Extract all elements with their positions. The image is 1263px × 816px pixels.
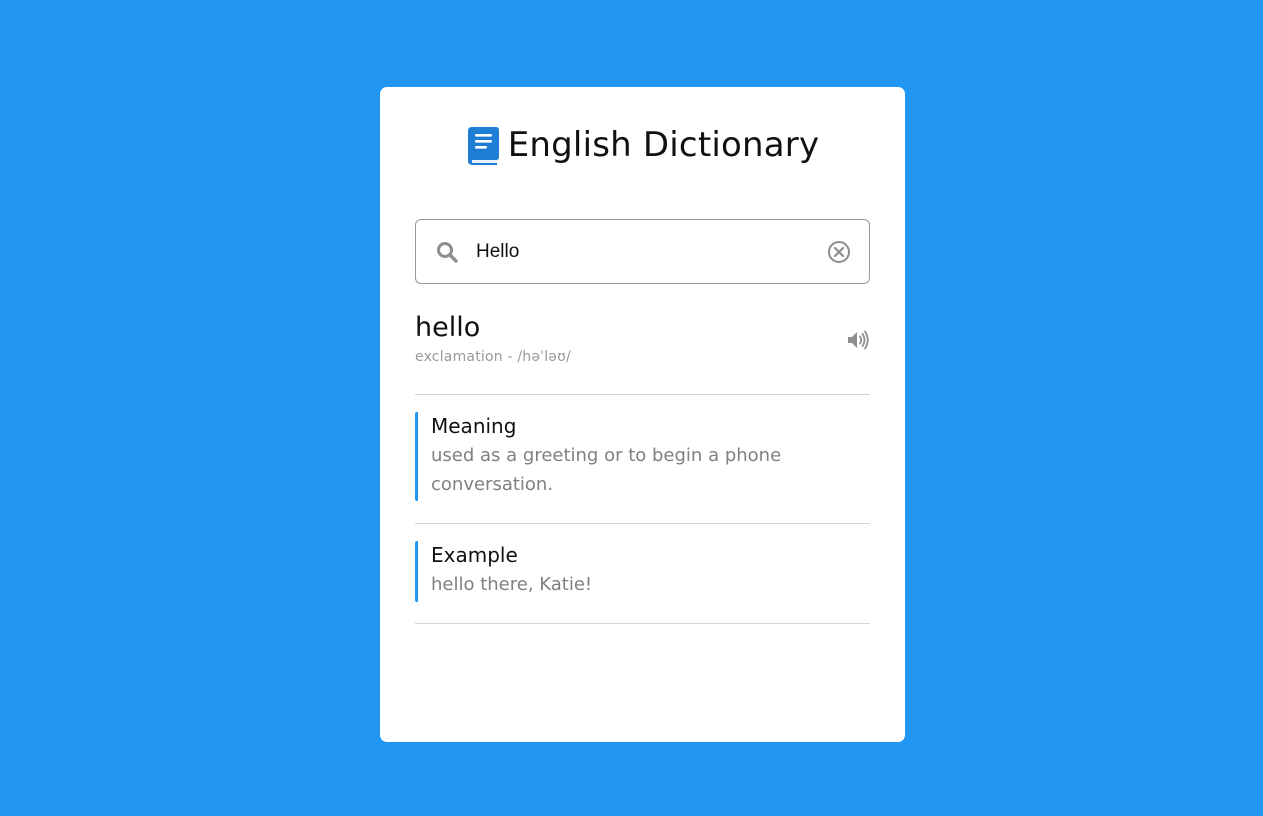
phonetics: exclamation - /həˈləʊ/: [415, 349, 571, 365]
divider: [415, 623, 870, 624]
divider: [415, 394, 870, 395]
meaning-section: Meaning used as a greeting or to begin a…: [415, 412, 870, 501]
example-label: Example: [431, 543, 518, 567]
example-section: Example hello there, Katie!: [415, 541, 870, 602]
speaker-icon[interactable]: [846, 329, 870, 351]
example-text: hello there, Katie!: [431, 574, 593, 595]
word-details: hello exclamation - /həˈləʊ/: [415, 311, 870, 365]
meaning-label: Meaning: [431, 414, 517, 438]
divider: [415, 523, 870, 524]
book-icon: [467, 127, 499, 165]
clear-circle-icon[interactable]: [827, 240, 851, 264]
search-input[interactable]: [476, 240, 827, 263]
app-header: English Dictionary: [380, 125, 905, 165]
dictionary-card: English Dictionary hello exclamation - /…: [380, 87, 905, 742]
meaning-text: used as a greeting or to begin a phone c…: [431, 445, 782, 495]
result-word: hello: [415, 312, 481, 343]
app-title: English Dictionary: [507, 125, 820, 165]
search-icon[interactable]: [436, 241, 458, 263]
search-box: [415, 219, 870, 284]
